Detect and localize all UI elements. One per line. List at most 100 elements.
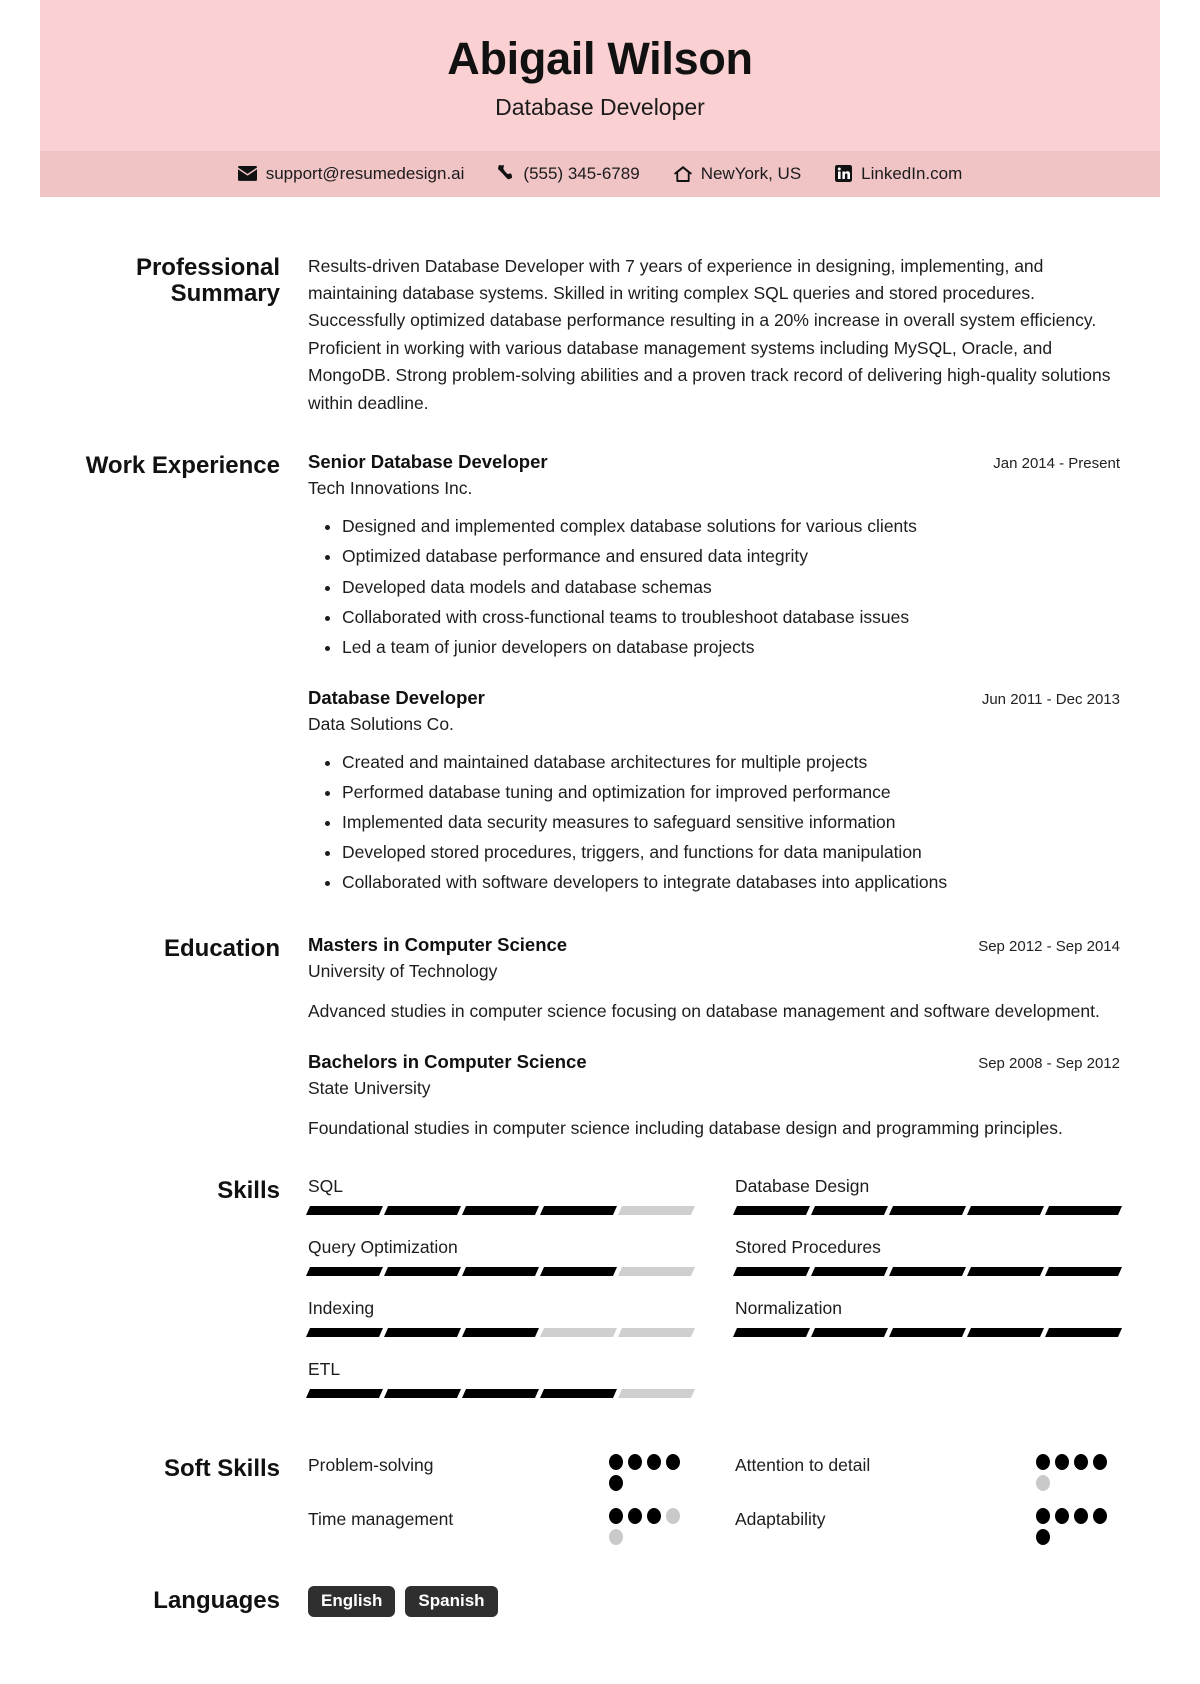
entry-title: Senior Database Developer [308,451,548,473]
skill-level-segment [888,1266,967,1276]
soft-skill-rating [609,1453,693,1491]
skill-name: Indexing [308,1297,375,1318]
entry-title: Bachelors in Computer Science [308,1050,587,1072]
rating-dot [1036,1453,1050,1470]
list-item: Led a team of junior developers on datab… [342,634,1120,661]
skill-level-bar [305,1266,696,1276]
contact-bar: support@resumedesign.ai (555) 345-6789 N… [40,150,1160,197]
rating-dot [609,1507,623,1524]
list-item: Collaborated with software developers to… [342,869,1120,896]
envelope-icon [237,166,257,181]
skill-level-segment [732,1327,811,1337]
entry-organization: University of Technology [308,960,498,981]
rating-dot [1074,1453,1088,1470]
entry: Database Developer Jun 2011 - Dec 2013 Dat… [308,687,1120,897]
list-item: Performed database tuning and optimizati… [342,779,1120,806]
entry-header: Senior Database Developer Jan 2014 - Pres… [308,451,1120,473]
section-education: Education Masters in Computer Science Sep… [80,934,1120,1142]
skill-level-segment [539,1388,618,1398]
entry-bullet-list: Designed and implemented complex databas… [308,513,1120,661]
rating-dot [1055,1453,1069,1470]
section-label-education: Education [163,934,280,962]
section-languages: Languages English Spanish [80,1585,1120,1618]
skill-level-segment [461,1388,540,1398]
entry-date: Jun 2011 - Dec 2013 [981,690,1120,708]
entry: Bachelors in Computer Science Sep 2008 - … [308,1051,1120,1142]
list-item: Developed stored procedures, triggers, a… [342,839,1120,866]
skill-name: Stored Procedures [735,1236,881,1257]
section-label-languages: Languages [153,1586,280,1614]
list-item: Created and maintained database architec… [342,749,1120,776]
soft-skill-name: Time management [308,1508,454,1529]
contact-linkedin-text: LinkedIn.com [861,163,963,183]
contact-email[interactable]: support@resumedesign.ai [237,163,465,184]
entry-header: Bachelors in Computer Science Sep 2008 - … [308,1051,1120,1073]
skill-level-segment [617,1205,696,1215]
skill-level-segment [305,1388,384,1398]
contact-email-text: support@resumedesign.ai [265,163,465,183]
list-item: Collaborated with cross-functional teams… [342,604,1120,631]
skill-level-segment [305,1327,384,1337]
contact-linkedin[interactable]: LinkedIn.com [835,164,962,184]
skill-name: Query Optimization [308,1236,458,1257]
list-item: Optimized database performance and ensur… [342,543,1120,570]
summary-text: Results-driven Database Developer with 7… [308,255,1111,413]
list-item: Developed data models and database schem… [342,574,1120,601]
skill-level-bar [732,1205,1123,1215]
rating-dot [628,1453,642,1470]
page-title: Abigail Wilson [447,33,753,84]
entry-title: Database Developer [308,686,485,708]
skill-item: Indexing [305,1297,696,1337]
section-professional-summary: Professional Summary Results-driven Data… [80,253,1120,418]
skill-item: ETL [305,1358,696,1398]
skill-name: ETL [308,1358,341,1379]
rating-dot [647,1453,661,1470]
skill-level-segment [1044,1266,1123,1276]
contact-phone[interactable]: (555) 345-6789 [498,163,640,184]
soft-skill-item: Time management [308,1507,693,1552]
skill-level-segment [461,1327,540,1337]
work-entries: Senior Database Developer Jan 2014 - Pres… [308,451,1120,899]
skill-name: Normalization [735,1297,842,1318]
skill-name: Database Design [735,1175,870,1196]
rating-dot [609,1528,623,1545]
rating-dot [666,1453,680,1470]
skill-level-segment [461,1205,540,1215]
rating-dot [1036,1474,1050,1491]
rating-dot [666,1507,680,1524]
entry-date: Sep 2008 - Sep 2012 [978,1054,1120,1072]
rating-dot [628,1507,642,1524]
rating-dot [1055,1507,1069,1524]
skill-level-segment [539,1327,618,1337]
skills-grid: SQL Database Design Query Optimization Stor… [305,1175,1123,1420]
contact-phone-text: (555) 345-6789 [523,163,640,183]
section-label-work: Work Experience [85,452,280,480]
soft-skill-item: Adaptability [735,1507,1120,1552]
skill-level-segment [383,1205,462,1215]
entry-header: Masters in Computer Science Sep 2012 - Se… [308,934,1120,956]
phone-icon [498,165,514,182]
skill-level-segment [1044,1327,1123,1337]
soft-skill-rating [1036,1507,1120,1545]
skill-level-segment [810,1327,889,1337]
skill-item: SQL [305,1176,696,1215]
section-work-experience: Work Experience Senior Database Develope… [80,451,1120,899]
skill-level-segment [966,1266,1045,1276]
section-label-soft-skills: Soft Skills [163,1454,280,1482]
entry-header: Database Developer Jun 2011 - Dec 2013 [308,687,1120,709]
entry-date: Jan 2014 - Present [993,455,1120,473]
section-skills: Skills SQL Database Design Query Optimizat… [80,1175,1123,1420]
rating-dot [609,1474,623,1491]
skill-level-segment [617,1388,696,1398]
skill-level-bar [732,1266,1123,1276]
soft-skill-item: Problem-solving [308,1453,693,1498]
job-title: Database Developer [495,93,705,120]
entry: Masters in Computer Science Sep 2012 - Se… [308,934,1120,1025]
section-soft-skills: Soft Skills Problem-solving Attention to … [80,1453,1120,1552]
entry-organization: Data Solutions Co. [308,713,454,734]
entry-organization: Tech Innovations Inc. [308,478,473,499]
contact-location[interactable]: NewYork, US [673,164,801,184]
entry-bullet-list: Created and maintained database architec… [308,749,1120,897]
skill-level-segment [888,1205,967,1215]
skill-level-segment [966,1205,1045,1215]
